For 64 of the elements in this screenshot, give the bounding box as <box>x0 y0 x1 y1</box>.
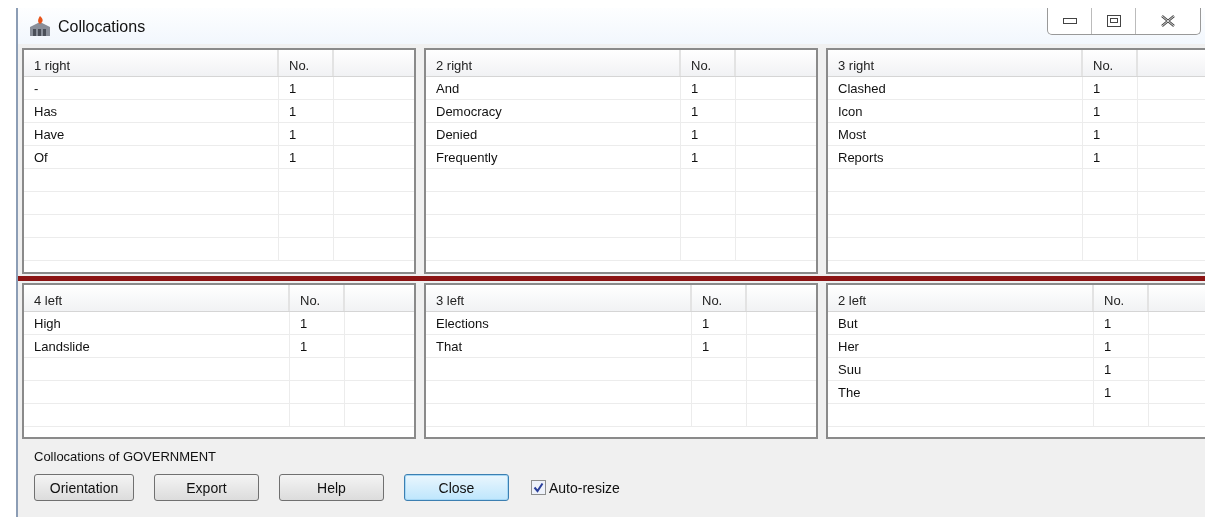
column-header[interactable]: 4 left <box>24 285 290 311</box>
dialog-button[interactable]: Export <box>154 474 259 501</box>
table-cell: Landslide <box>24 335 290 357</box>
table-cell: 1 <box>692 335 747 357</box>
table-cell: 1 <box>681 100 736 122</box>
caption-label: Collocations of GOVERNMENT <box>34 449 218 464</box>
table-cell: 1 <box>1083 123 1138 145</box>
table-cell: 1 <box>290 335 345 357</box>
column-header[interactable]: 2 left <box>828 285 1094 311</box>
checkbox[interactable] <box>531 480 546 495</box>
dialog-button[interactable]: Help <box>279 474 384 501</box>
column-header[interactable]: No. <box>1083 50 1138 76</box>
table-cell: Has <box>24 100 279 122</box>
maximize-icon <box>1106 15 1121 27</box>
table-cell: Democracy <box>426 100 681 122</box>
table-cell: Elections <box>426 312 692 334</box>
checkbox-label[interactable]: Auto-resize <box>549 479 620 496</box>
table-cell: Denied <box>426 123 681 145</box>
table-cell: The <box>828 381 1094 403</box>
table-cell: 1 <box>692 312 747 334</box>
table-cell: High <box>24 312 290 334</box>
column-header[interactable]: No. <box>279 50 334 76</box>
table-cell: 1 <box>1094 358 1149 380</box>
column-header[interactable]: 3 right <box>828 50 1083 76</box>
column-header[interactable]: No. <box>1094 285 1149 311</box>
table-cell: But <box>828 312 1094 334</box>
table-cell: That <box>426 335 692 357</box>
table-cell: 1 <box>279 77 334 99</box>
dialog-button[interactable]: Close <box>404 474 509 501</box>
table-cell: 1 <box>681 77 736 99</box>
table-cell: Most <box>828 123 1083 145</box>
table-cell: 1 <box>1094 335 1149 357</box>
table-cell: 1 <box>279 100 334 122</box>
table-cell: 1 <box>1083 146 1138 168</box>
column-header[interactable]: No. <box>681 50 736 76</box>
column-header[interactable]: 1 right <box>24 50 279 76</box>
table-cell: Clashed <box>828 77 1083 99</box>
app-icon <box>28 16 52 38</box>
table-cell: And <box>426 77 681 99</box>
table-cell: 1 <box>681 146 736 168</box>
table-cell: 1 <box>1083 100 1138 122</box>
table-cell: Of <box>24 146 279 168</box>
column-header[interactable]: 2 right <box>426 50 681 76</box>
table-cell: 1 <box>1083 77 1138 99</box>
close-icon <box>1160 15 1176 27</box>
column-header[interactable]: No. <box>692 285 747 311</box>
dialog-button[interactable]: Orientation <box>34 474 134 501</box>
table-cell: Her <box>828 335 1094 357</box>
table-cell: 1 <box>1094 312 1149 334</box>
minimize-icon <box>1062 18 1077 24</box>
table-cell: 1 <box>290 312 345 334</box>
table-cell: Suu <box>828 358 1094 380</box>
table-cell: Frequently <box>426 146 681 168</box>
window-title: Collocations <box>58 18 146 36</box>
table-cell: 1 <box>1094 381 1149 403</box>
column-header[interactable]: 3 left <box>426 285 692 311</box>
column-header[interactable]: No. <box>290 285 345 311</box>
table-cell: Have <box>24 123 279 145</box>
table-cell: - <box>24 77 279 99</box>
table-cell: 1 <box>681 123 736 145</box>
table-cell: Reports <box>828 146 1083 168</box>
table-cell: Icon <box>828 100 1083 122</box>
table-cell: 1 <box>279 123 334 145</box>
table-cell: 1 <box>279 146 334 168</box>
